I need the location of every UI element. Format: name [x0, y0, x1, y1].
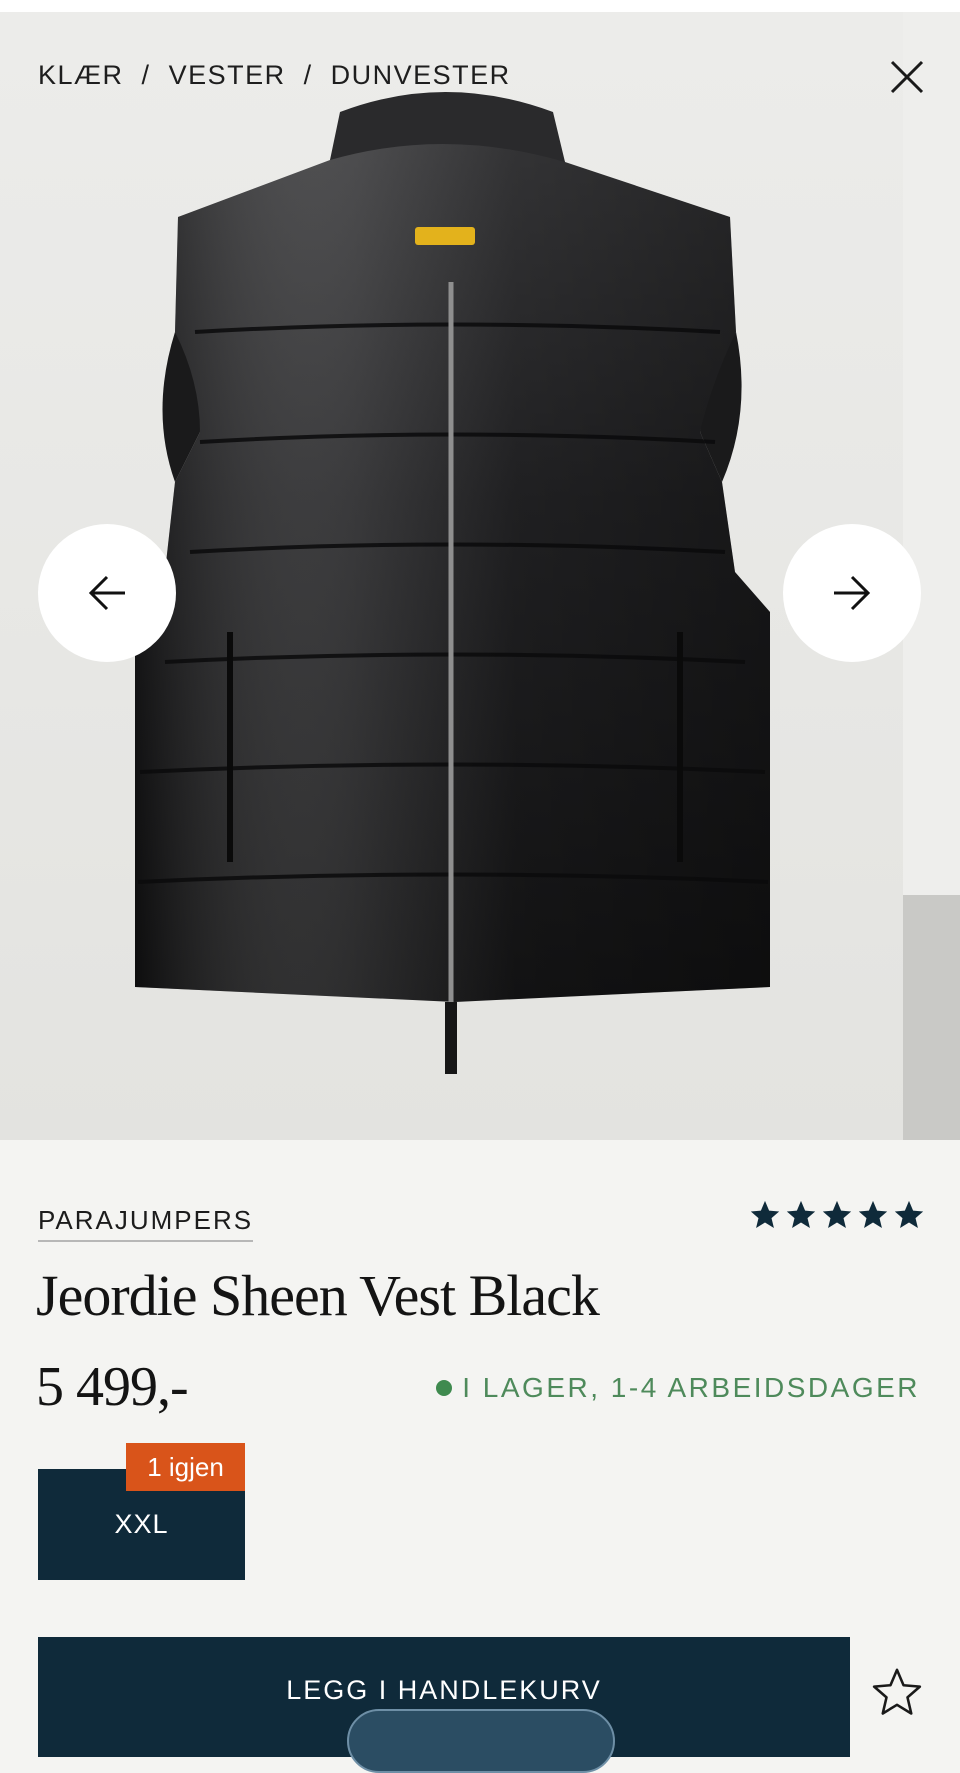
previous-image-button[interactable]	[38, 524, 176, 662]
stock-status: I LAGER, 1-4 ARBEIDSDAGER	[436, 1372, 920, 1404]
brand-link[interactable]: PARAJUMPERS	[38, 1205, 254, 1242]
product-gallery[interactable]: KLÆR / VESTER / DUNVESTER	[0, 12, 960, 1140]
product-title: Jeordie Sheen Vest Black	[36, 1263, 600, 1328]
star-filled-icon	[750, 1200, 780, 1229]
breadcrumb-item-dunvester[interactable]: DUNVESTER	[331, 60, 511, 90]
close-button[interactable]	[888, 58, 926, 96]
rating-stars[interactable]	[748, 1198, 926, 1234]
arrow-left-icon	[88, 575, 125, 611]
stock-status-text: I LAGER, 1-4 ARBEIDSDAGER	[462, 1372, 920, 1403]
arrow-right-icon	[834, 575, 871, 611]
breadcrumb-item-klaer[interactable]: KLÆR	[38, 60, 124, 90]
close-icon	[890, 60, 924, 94]
breadcrumb-separator: /	[294, 60, 322, 90]
star-filled-icon	[822, 1200, 852, 1229]
breadcrumb: KLÆR / VESTER / DUNVESTER	[38, 60, 511, 91]
product-price: 5 499,-	[36, 1356, 189, 1418]
star-outline-icon	[872, 1668, 922, 1715]
stock-remaining-badge: 1 igjen	[126, 1443, 245, 1491]
star-filled-icon	[786, 1200, 816, 1229]
next-image-floor	[903, 895, 960, 1140]
breadcrumb-item-vester[interactable]: VESTER	[169, 60, 286, 90]
star-filled-icon	[894, 1200, 924, 1229]
stock-dot-icon	[436, 1380, 453, 1396]
add-to-cart-label: LEGG I HANDLEKURV	[286, 1675, 602, 1705]
floating-pill-overlay[interactable]	[347, 1709, 615, 1773]
next-image-button[interactable]	[783, 524, 921, 662]
breadcrumb-separator: /	[132, 60, 160, 90]
star-filled-icon	[858, 1200, 888, 1229]
wishlist-button[interactable]	[869, 1664, 925, 1720]
add-to-cart-button[interactable]: LEGG I HANDLEKURV	[38, 1637, 850, 1773]
size-label: XXL	[114, 1509, 169, 1539]
